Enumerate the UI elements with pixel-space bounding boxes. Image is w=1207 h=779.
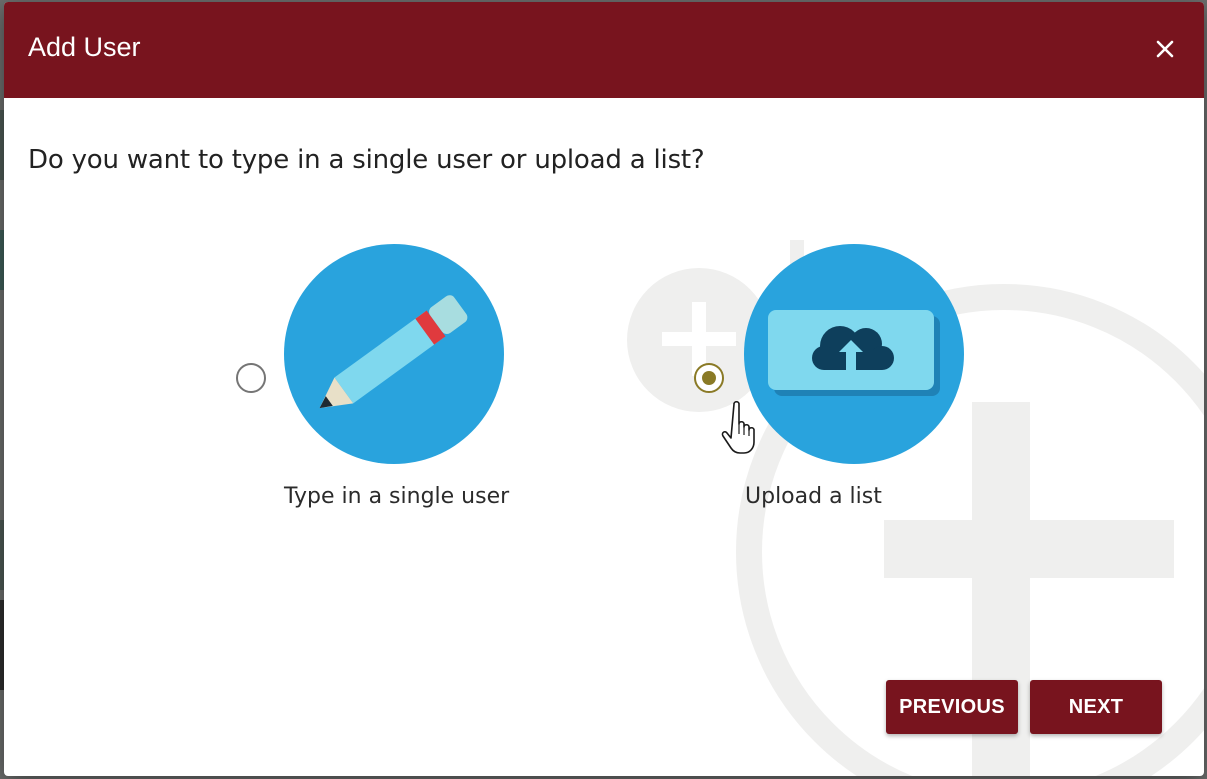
radio-selected-dot xyxy=(702,371,716,385)
option-upload-list[interactable]: Upload a list xyxy=(692,244,972,514)
previous-button[interactable]: PREVIOUS xyxy=(886,680,1018,734)
option-label-upload-list: Upload a list xyxy=(745,484,882,509)
next-button[interactable]: NEXT xyxy=(1030,680,1162,734)
add-user-dialog: Add User Do you want to type in a single… xyxy=(4,2,1204,776)
dialog-title: Add User xyxy=(28,32,141,62)
cloud-upload-icon xyxy=(744,244,964,464)
dialog-header: Add User xyxy=(4,2,1204,98)
close-icon xyxy=(1156,40,1174,58)
option-label-single-user: Type in a single user xyxy=(284,484,510,509)
dialog-question: Do you want to type in a single user or … xyxy=(28,145,705,175)
radio-upload-list[interactable] xyxy=(694,363,724,393)
radio-single-user[interactable] xyxy=(236,363,266,393)
option-single-user[interactable]: Type in a single user xyxy=(234,244,514,514)
pencil-icon xyxy=(284,244,504,464)
close-button[interactable] xyxy=(1150,34,1180,64)
